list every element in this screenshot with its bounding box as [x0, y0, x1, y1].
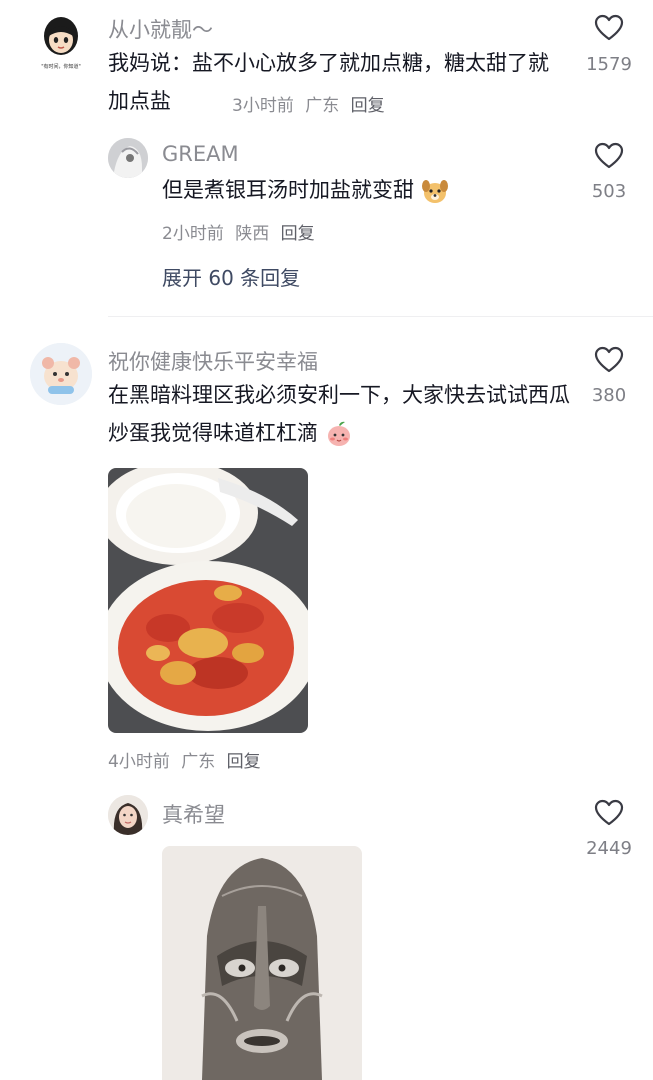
expand-replies-button[interactable]: 展开 60 条回复 — [162, 262, 300, 291]
commenter-3-name[interactable]: 祝你健康快乐平安幸福 — [108, 346, 318, 376]
comment-4-image[interactable] — [162, 846, 362, 1080]
comment-1-time: 3小时前 — [232, 96, 294, 116]
comment-2-like-count: 503 — [591, 181, 627, 202]
dog-face-emoji — [421, 180, 448, 203]
commenter-4-name[interactable]: 真希望 — [162, 799, 225, 829]
comment-2-reply-button[interactable]: 回复 — [281, 224, 315, 244]
avatar-commenter-4[interactable] — [108, 795, 148, 835]
comment-1-like-count: 1579 — [586, 54, 632, 75]
comment-2-time: 2小时前 — [162, 224, 224, 244]
avatar-commenter-2[interactable] — [108, 138, 148, 178]
blushing-peach-emoji — [327, 421, 350, 446]
comment-1-location: 广东 — [305, 96, 340, 116]
comment-1-reply-button[interactable]: 回复 — [351, 96, 385, 116]
comment-2-meta: 2小时前 陕西 回复 — [162, 219, 315, 244]
heart-outline-icon — [594, 14, 624, 41]
comment-1-like-button[interactable] — [594, 14, 624, 46]
heart-outline-icon — [594, 142, 624, 169]
avatar-caption: "有时间，你知道" — [41, 64, 81, 70]
commenter-2-name[interactable]: GREAM — [162, 142, 239, 166]
commenter-1-name[interactable]: 从小就靓～ — [108, 14, 213, 44]
comment-4-like-button[interactable] — [594, 799, 624, 831]
comment-3-image[interactable] — [108, 468, 308, 733]
comment-3-meta: 4小时前 广东 回复 — [108, 747, 261, 772]
comment-3-like-count: 380 — [591, 385, 627, 406]
comment-1-meta: 3小时前 广东 回复 — [232, 91, 385, 116]
comment-2-text: 但是煮银耳汤时加盐就变甜 — [162, 178, 414, 202]
comment-2-like-button[interactable] — [594, 142, 624, 174]
comment-3-text-row: 在黑暗料理区我必须安利一下，大家快去试试西瓜炒蛋我觉得味道杠杠滴 — [108, 376, 578, 452]
heart-outline-icon — [594, 799, 624, 826]
comment-3-time: 4小时前 — [108, 752, 170, 772]
comment-divider — [108, 316, 653, 317]
comment-3-reply-button[interactable]: 回复 — [227, 752, 261, 772]
comment-4-like-count: 2449 — [586, 838, 632, 859]
comment-3-like-button[interactable] — [594, 346, 624, 378]
comment-2-location: 陕西 — [235, 224, 270, 244]
comment-2-text-row: 但是煮银耳汤时加盐就变甜 — [162, 171, 449, 209]
avatar-commenter-3[interactable] — [30, 343, 92, 405]
heart-outline-icon — [594, 346, 624, 373]
comment-3-location: 广东 — [181, 752, 216, 772]
